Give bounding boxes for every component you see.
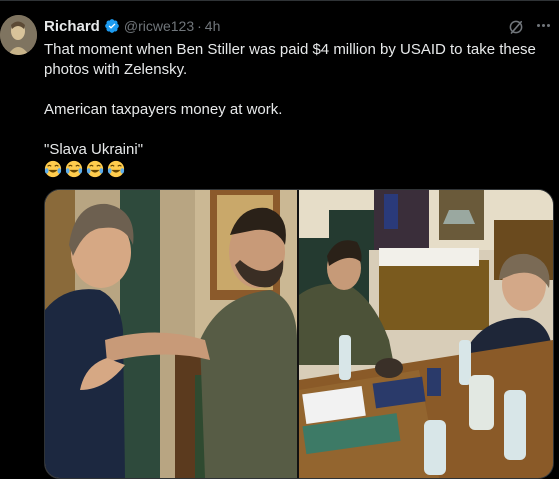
more-options-icon[interactable] xyxy=(534,16,552,34)
separator: · xyxy=(197,18,202,34)
divider xyxy=(0,0,559,1)
photo-hug[interactable] xyxy=(45,190,297,478)
tweet-text-line: "Slava Ukraini" xyxy=(44,141,144,158)
emoji-row xyxy=(44,160,549,178)
verified-badge-icon xyxy=(105,19,119,33)
tweet-text-line: That moment when Ben Stiller was paid $4… xyxy=(44,41,536,78)
author-name[interactable]: Richard xyxy=(44,18,100,35)
timestamp[interactable]: 4h xyxy=(205,18,221,34)
tears-of-joy-emoji-icon xyxy=(44,160,62,178)
tears-of-joy-emoji-icon xyxy=(107,160,125,178)
photo-meeting[interactable] xyxy=(299,190,553,478)
tears-of-joy-emoji-icon xyxy=(86,160,104,178)
author-handle[interactable]: @ricwe123 xyxy=(124,18,194,34)
avatar[interactable] xyxy=(0,15,37,55)
tears-of-joy-emoji-icon xyxy=(65,160,83,178)
grok-icon[interactable] xyxy=(507,18,525,36)
tweet-text: That moment when Ben Stiller was paid $4… xyxy=(44,40,549,178)
media-grid xyxy=(44,189,554,479)
tweet-text-line: American taxpayers money at work. xyxy=(44,101,283,118)
